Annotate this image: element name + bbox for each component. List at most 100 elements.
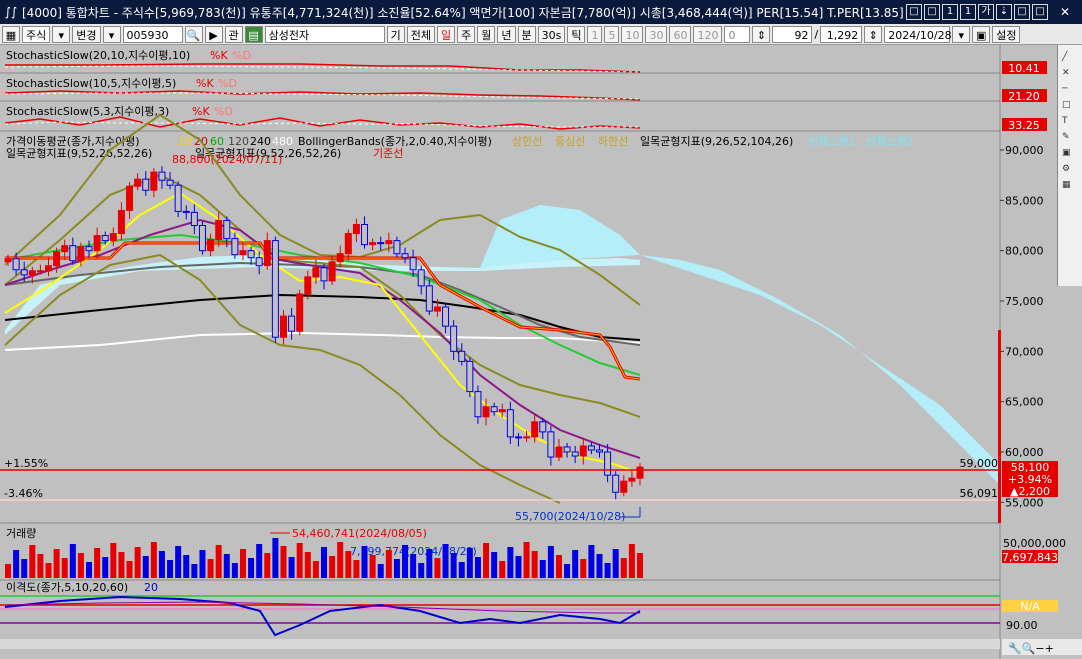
volume-bar <box>118 552 125 578</box>
settings-button[interactable]: 설정 <box>992 25 1021 43</box>
window-button-6[interactable]: ⇣ <box>996 4 1012 20</box>
volume-bar <box>126 561 133 578</box>
candle-body <box>77 246 85 262</box>
volume-bar <box>604 563 611 578</box>
volume-bar <box>620 558 627 578</box>
stock-code-input[interactable]: 005930 <box>122 25 183 43</box>
candle-body <box>482 406 490 418</box>
span1-label: 선행스팬1 <box>808 135 855 148</box>
calendar-icon[interactable]: ▾ <box>952 25 971 43</box>
volume-bar <box>77 553 84 578</box>
volume-bar <box>183 555 190 578</box>
candle-body <box>336 253 344 263</box>
minute-10[interactable]: 10 <box>621 25 644 43</box>
candle-body <box>36 270 44 273</box>
next-icon[interactable]: ▶ <box>204 25 223 43</box>
trend-line-icon[interactable]: ╱ <box>1062 51 1076 63</box>
all-button[interactable]: 전체 <box>406 25 435 43</box>
grid-icon-side[interactable]: ▦ <box>1062 179 1076 191</box>
count-input[interactable]: 92 <box>772 25 813 43</box>
bb-upper-label: 상한선 <box>512 135 542 148</box>
candle-body <box>231 238 239 256</box>
window-buttons: □ □ 1 1 가 ⇣ □ □ <box>906 4 1048 20</box>
window-button-3[interactable]: 1 <box>942 4 958 20</box>
horizontal-scrollbar[interactable] <box>0 639 1000 649</box>
volume-bar <box>37 554 44 578</box>
close-button[interactable]: ✕ <box>1054 5 1076 19</box>
box-icon[interactable]: □ <box>1062 99 1076 111</box>
window-button-1[interactable]: □ <box>906 4 922 20</box>
price-tick-label: 65,000 <box>1005 396 1044 409</box>
chart-area[interactable]: StochasticSlow(20,10,지수이평,10) %K %D 10.4… <box>0 45 1082 659</box>
spin-input[interactable]: 0 <box>724 25 751 43</box>
change-button[interactable]: 변경 <box>72 25 101 43</box>
candle-body <box>506 409 514 438</box>
candle-body <box>555 446 563 458</box>
stoch2-k: %K <box>196 77 214 90</box>
candle-body <box>474 391 482 418</box>
search-icon[interactable]: 🔍 <box>184 25 203 43</box>
stock-name-field[interactable]: 삼성전자 <box>264 25 385 43</box>
zoom-tools-icons[interactable]: 🔧🔍−+ <box>1008 641 1054 655</box>
candle-body <box>320 267 328 282</box>
spin-icon[interactable]: ⇕ <box>752 25 771 43</box>
volume-bar <box>191 564 198 578</box>
minute-5[interactable]: 5 <box>604 25 620 43</box>
candle-body <box>142 178 150 191</box>
chevron-down-icon-2[interactable]: ▾ <box>102 25 121 43</box>
candle-body <box>304 276 312 295</box>
window-button-2[interactable]: □ <box>924 4 940 20</box>
minute-120[interactable]: 120 <box>693 25 723 43</box>
candle-body <box>571 451 579 457</box>
candle-body <box>328 261 336 282</box>
volume-bar <box>150 542 157 578</box>
settings-icon[interactable]: ⚙ <box>1062 163 1076 175</box>
grid-icon[interactable]: ▤ <box>244 25 263 43</box>
image-icon[interactable]: ▣ <box>1062 147 1076 159</box>
text-icon[interactable]: T <box>1062 115 1076 127</box>
tab-year[interactable]: 년 <box>497 25 516 43</box>
market-select[interactable]: 주식 <box>22 25 51 43</box>
candle-body <box>109 233 117 242</box>
tab-day[interactable]: 일 <box>437 25 456 43</box>
eraser-icon[interactable]: ✎ <box>1062 131 1076 143</box>
tab-30s[interactable]: 30s <box>537 25 566 43</box>
volume-bar <box>256 544 263 578</box>
candle-body <box>279 315 287 338</box>
minute-60[interactable]: 60 <box>669 25 692 43</box>
maximize-button[interactable]: □ <box>1032 4 1048 20</box>
cross-icon[interactable]: ✕ <box>1062 67 1076 79</box>
window-button-5[interactable]: 가 <box>978 4 994 20</box>
volume-bar <box>110 543 117 578</box>
nav-button[interactable]: 관 <box>224 25 243 43</box>
volume-bar <box>385 550 392 578</box>
minute-1[interactable]: 1 <box>587 25 603 43</box>
date-input[interactable]: 2024/10/28 <box>884 25 952 43</box>
window-button-4[interactable]: 1 <box>960 4 976 20</box>
chart-layout-icon[interactable]: ▦ <box>2 25 20 43</box>
save-icon[interactable]: ▣ <box>972 25 991 43</box>
period-label[interactable]: 기 <box>386 25 405 43</box>
date-spin-icon[interactable]: ⇕ <box>864 25 883 43</box>
candle-body <box>215 219 223 241</box>
base-line-label: 기준선 <box>373 147 403 160</box>
minimize-button[interactable]: □ <box>1014 4 1030 20</box>
tab-week[interactable]: 주 <box>457 25 476 43</box>
chevron-down-icon[interactable]: ▾ <box>52 25 71 43</box>
candle-body <box>458 350 466 362</box>
volume-bar <box>61 558 68 578</box>
tab-minute[interactable]: 분 <box>517 25 536 43</box>
tab-tick[interactable]: 틱 <box>567 25 586 43</box>
price-tick-label: 70,000 <box>1005 345 1044 358</box>
last-volume: 7,697,843 <box>1002 551 1058 564</box>
level-high-pct: +1.55% <box>4 457 48 470</box>
tab-month[interactable]: 월 <box>477 25 496 43</box>
line-icon[interactable]: ─ <box>1062 83 1076 95</box>
candle-body <box>126 185 134 211</box>
volume-bar <box>264 553 271 578</box>
candle-body <box>612 474 620 493</box>
volume-max-annotation: 54,460,741(2024/08/05) <box>292 527 427 540</box>
candle-body <box>239 250 247 256</box>
slash-divider: / <box>814 27 819 41</box>
minute-30[interactable]: 30 <box>645 25 668 43</box>
